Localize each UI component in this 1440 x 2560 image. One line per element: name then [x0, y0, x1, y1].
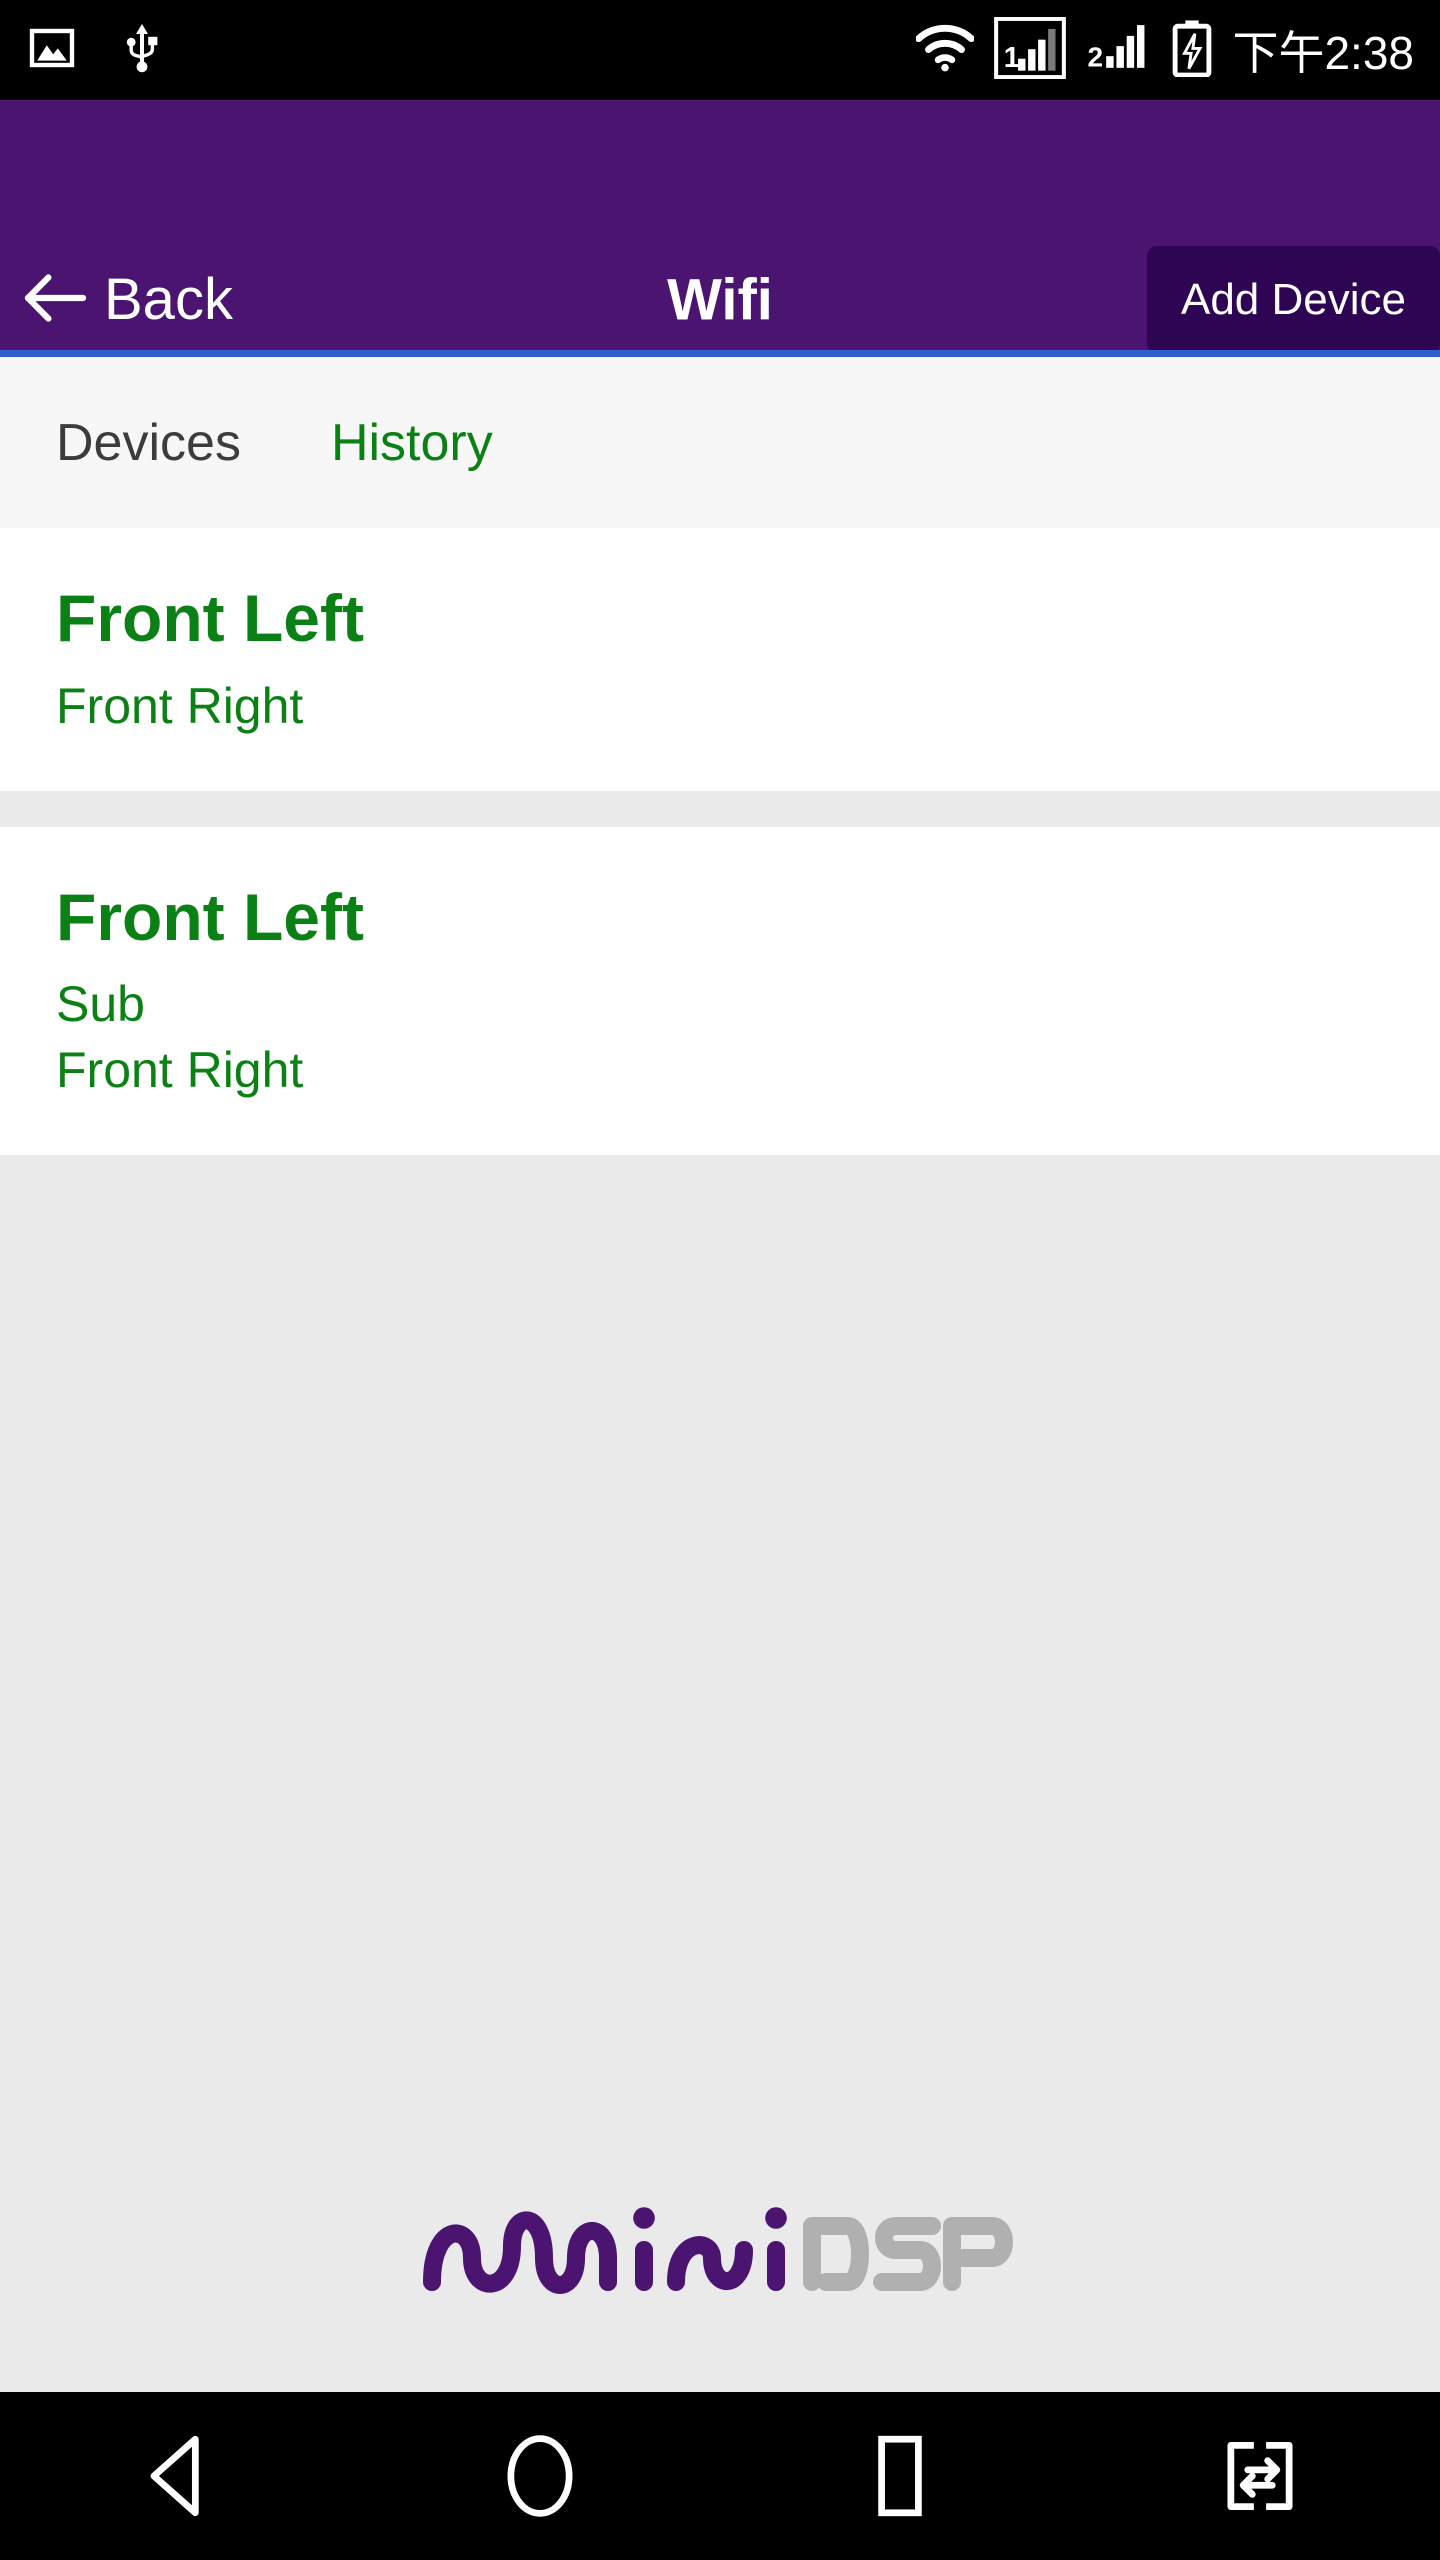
device-list-item[interactable]: Front Left Front Right — [0, 528, 1440, 791]
battery-charging-icon — [1172, 19, 1212, 82]
device-title: Front Left — [56, 879, 364, 954]
minidsp-logo — [0, 2178, 1440, 2308]
tab-devices[interactable]: Devices — [46, 417, 251, 469]
arrow-left-icon — [24, 273, 87, 328]
tab-bar: Devices History — [0, 357, 1440, 528]
add-device-button[interactable]: Add Device — [1146, 246, 1440, 354]
phone-screen: 1 2 下午2:38 Back Wifi Add Device Devices … — [0, 0, 1440, 2560]
status-bar: 1 2 下午2:38 — [0, 0, 1440, 100]
nav-home-icon[interactable] — [440, 2392, 640, 2560]
device-channel: Sub — [56, 976, 145, 1033]
status-bar-left-icons — [28, 22, 162, 79]
device-title: Front Left — [56, 581, 364, 655]
device-channel: Front Right — [56, 677, 304, 734]
app-header: Back Wifi Add Device — [0, 100, 1440, 354]
back-button[interactable]: Back — [24, 271, 233, 329]
android-navigation-bar — [0, 2392, 1440, 2560]
svg-text:1: 1 — [1004, 42, 1020, 74]
nav-split-screen-icon[interactable] — [1160, 2392, 1360, 2560]
device-list: Front Left Front Right Front Left Sub Fr… — [0, 528, 1440, 1156]
back-button-label: Back — [104, 267, 233, 332]
nav-back-icon[interactable] — [80, 2392, 280, 2560]
sim1-signal-icon: 1 — [994, 16, 1067, 84]
wifi-icon — [915, 24, 976, 77]
device-list-item[interactable]: Front Left Sub Front Right — [0, 826, 1440, 1156]
device-channel: Front Right — [56, 1042, 304, 1099]
svg-text:2: 2 — [1088, 41, 1104, 72]
screenshot-image-icon — [28, 24, 76, 77]
status-bar-clock: 下午2:38 — [1232, 27, 1414, 79]
status-bar-right-icons: 1 2 下午2:38 — [915, 16, 1414, 84]
usb-icon — [122, 22, 162, 79]
header-accent-line — [0, 350, 1440, 357]
sim2-signal-icon: 2 — [1086, 20, 1152, 81]
tab-history[interactable]: History — [321, 417, 503, 469]
nav-recents-icon[interactable] — [800, 2392, 1000, 2560]
